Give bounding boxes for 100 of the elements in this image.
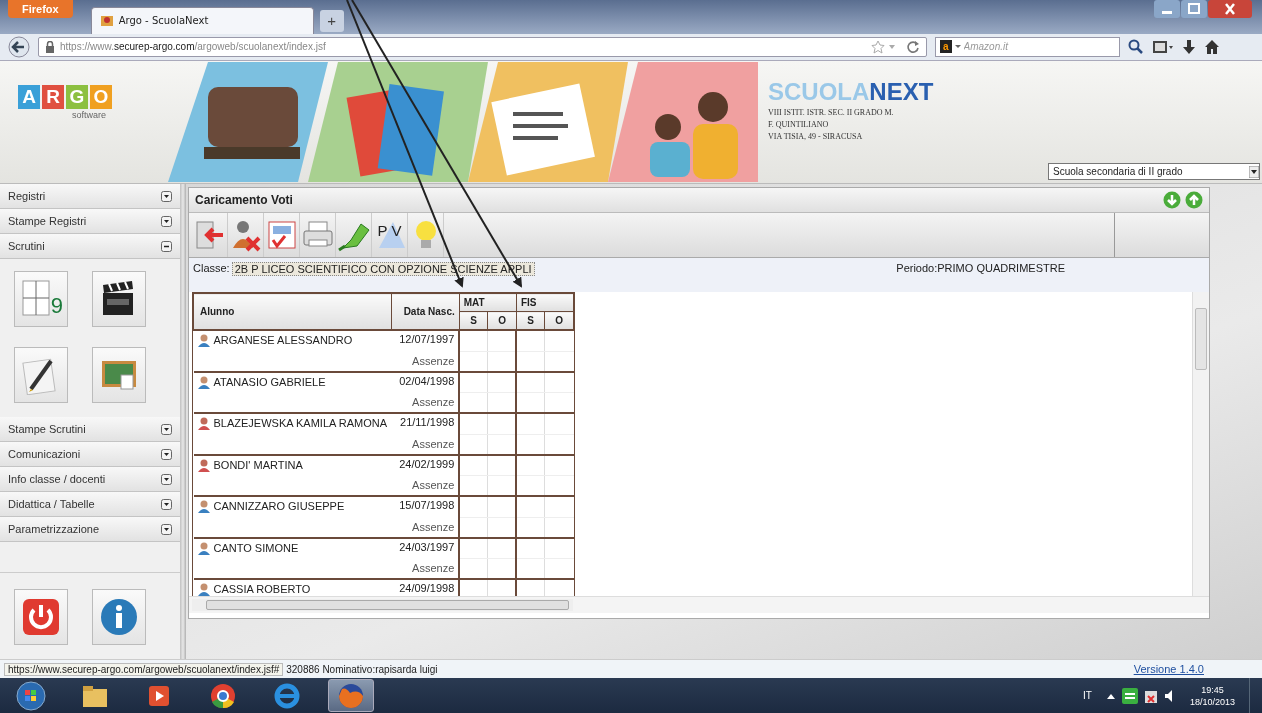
grade-input-cell[interactable] — [487, 496, 517, 518]
logo-letter: R — [42, 84, 64, 109]
search-icon[interactable] — [1128, 38, 1144, 55]
download-icon[interactable] — [1182, 38, 1196, 55]
logo-letter: G — [66, 84, 88, 109]
expand-icon[interactable] — [161, 523, 172, 535]
expand-icon[interactable] — [161, 423, 172, 435]
sidebar-menu-item[interactable]: Scrutini — [0, 234, 180, 260]
url-text: https://www.securep-argo.com/argoweb/scuolanext/index.jsf — [60, 41, 326, 53]
subject-header: FIS — [516, 293, 574, 312]
grade-input-cell[interactable] — [487, 371, 517, 393]
sidebar-menu-item[interactable]: Parametrizzazione — [0, 517, 180, 543]
birth-date: 15/07/1998 — [391, 496, 460, 518]
grade-input-cell[interactable] — [544, 371, 574, 393]
new-tab-button[interactable]: + — [319, 9, 344, 32]
reload-icon[interactable] — [906, 39, 920, 54]
grade-input-cell[interactable] — [459, 496, 488, 518]
student-male-icon — [197, 375, 210, 389]
grade-input-cell[interactable] — [516, 496, 545, 518]
board-tile-button[interactable] — [92, 347, 146, 404]
brand-logo: SCUOLANEXT — [768, 78, 934, 105]
home-icon[interactable] — [1204, 38, 1220, 55]
school-type-dropdown[interactable]: Scuola secondaria di II grado — [1048, 163, 1260, 181]
grade-input-cell[interactable] — [544, 537, 574, 559]
language-indicator[interactable]: IT — [1083, 690, 1092, 701]
grade-input-cell[interactable] — [516, 454, 545, 476]
grade-input-cell[interactable] — [516, 371, 545, 393]
version-link[interactable]: Versione 1.4.0 — [1133, 663, 1204, 676]
arrow-up-icon[interactable] — [1185, 191, 1203, 210]
expand-icon[interactable] — [161, 190, 172, 202]
grid-tile-button[interactable]: 9 — [14, 271, 68, 328]
clock-date[interactable]: 18/10/2013 — [1189, 696, 1235, 707]
student-name: CASSIA ROBERTO — [213, 583, 311, 597]
highlighter-tool-button[interactable] — [336, 213, 372, 258]
student-male-icon — [197, 583, 210, 597]
sidebar-menu-item[interactable]: Registri — [0, 184, 180, 210]
grade-input-cell[interactable] — [544, 496, 574, 518]
expand-icon[interactable] — [161, 448, 172, 460]
link-preview-text: https://www.securep-argo.com/argoweb/scuolanext/index.jsf# — [4, 662, 284, 676]
grade-input-cell[interactable] — [487, 330, 517, 352]
logout-button[interactable] — [14, 589, 68, 646]
sidebar-menu-item[interactable]: Stampe Registri — [0, 209, 180, 235]
address-bar[interactable]: https://www.securep-argo.com/argoweb/scuolanext/index.jsf — [38, 36, 927, 57]
grade-input-cell[interactable] — [544, 413, 574, 435]
user-info-text: 320886 Nominativo:rapisarda luigi — [286, 663, 438, 675]
expand-icon[interactable] — [161, 473, 172, 485]
grade-input-cell[interactable] — [459, 537, 488, 559]
grade-input-cell[interactable] — [459, 413, 488, 435]
browser-tab[interactable]: Argo - ScuolaNext — [90, 6, 314, 34]
school-info-text: F. QUINTILIANO — [768, 119, 830, 129]
tray-app-icon[interactable] — [1121, 687, 1138, 704]
grade-input-cell[interactable] — [459, 371, 488, 393]
grade-input-cell[interactable] — [487, 537, 517, 559]
back-icon[interactable] — [8, 35, 30, 58]
sidebar-menu-item[interactable]: Stampe Scrutini — [0, 417, 180, 443]
student-name: CANNIZZARO GIUSEPPE — [213, 500, 345, 514]
site-icon — [99, 13, 114, 28]
maximize-icon[interactable] — [1181, 0, 1207, 18]
expand-icon[interactable] — [161, 215, 172, 227]
grade-input-cell[interactable] — [516, 413, 545, 435]
pencil-tile-button[interactable] — [14, 347, 68, 404]
grade-input-cell[interactable] — [516, 537, 545, 559]
sidebar-menu-item[interactable]: Didattica / Tabelle — [0, 492, 180, 518]
close-icon[interactable] — [1208, 0, 1252, 18]
grade-input-cell[interactable] — [459, 330, 488, 352]
absences-label: Assenze — [391, 558, 460, 580]
horizontal-scrollbar[interactable] — [192, 599, 573, 612]
birth-date: 12/07/1997 — [391, 330, 460, 352]
arrow-down-icon[interactable] — [1163, 191, 1181, 210]
grade-input-cell[interactable] — [487, 413, 517, 435]
logo-letter: A — [18, 84, 40, 109]
pv-tool-button[interactable]: PV — [372, 213, 408, 258]
logo-letter: O — [90, 84, 112, 109]
student-name: CANTO SIMONE — [213, 541, 299, 555]
grade-input-cell[interactable] — [459, 454, 488, 476]
collapse-icon[interactable] — [161, 240, 172, 252]
bookmarks-icon[interactable] — [1152, 38, 1174, 55]
school-info-text: VIA TISIA, 49 - SIRACUSA — [768, 131, 864, 141]
student-name: BLAZEJEWSKA KAMILA RAMONA — [213, 417, 388, 431]
sidebar-menu-item[interactable]: Comunicazioni — [0, 442, 180, 468]
grade-input-cell[interactable] — [487, 454, 517, 476]
info-icon — [99, 597, 139, 638]
minimize-icon[interactable] — [1154, 0, 1180, 18]
search-field[interactable]: a Amazon.it — [935, 36, 1120, 57]
grade-input-cell[interactable] — [544, 330, 574, 352]
birth-date: 24/03/1997 — [391, 537, 460, 559]
sidebar-menu-item[interactable]: Info classe / docenti — [0, 467, 180, 493]
volume-icon[interactable] — [1163, 688, 1174, 703]
student-male-icon — [197, 541, 210, 555]
info-button[interactable] — [92, 589, 146, 646]
grade-input-cell[interactable] — [544, 454, 574, 476]
vertical-scrollbar[interactable] — [1192, 292, 1209, 597]
student-name: ARGANESE ALESSANDRO — [213, 334, 353, 348]
clock-time[interactable]: 19:45 — [1201, 684, 1224, 695]
absences-label: Assenze — [391, 351, 460, 372]
clapper-tile-button[interactable] — [92, 271, 146, 328]
student-female-icon — [197, 417, 210, 431]
expand-icon[interactable] — [161, 498, 172, 510]
logo-subtitle: software — [72, 109, 107, 120]
grade-input-cell[interactable] — [516, 330, 545, 352]
